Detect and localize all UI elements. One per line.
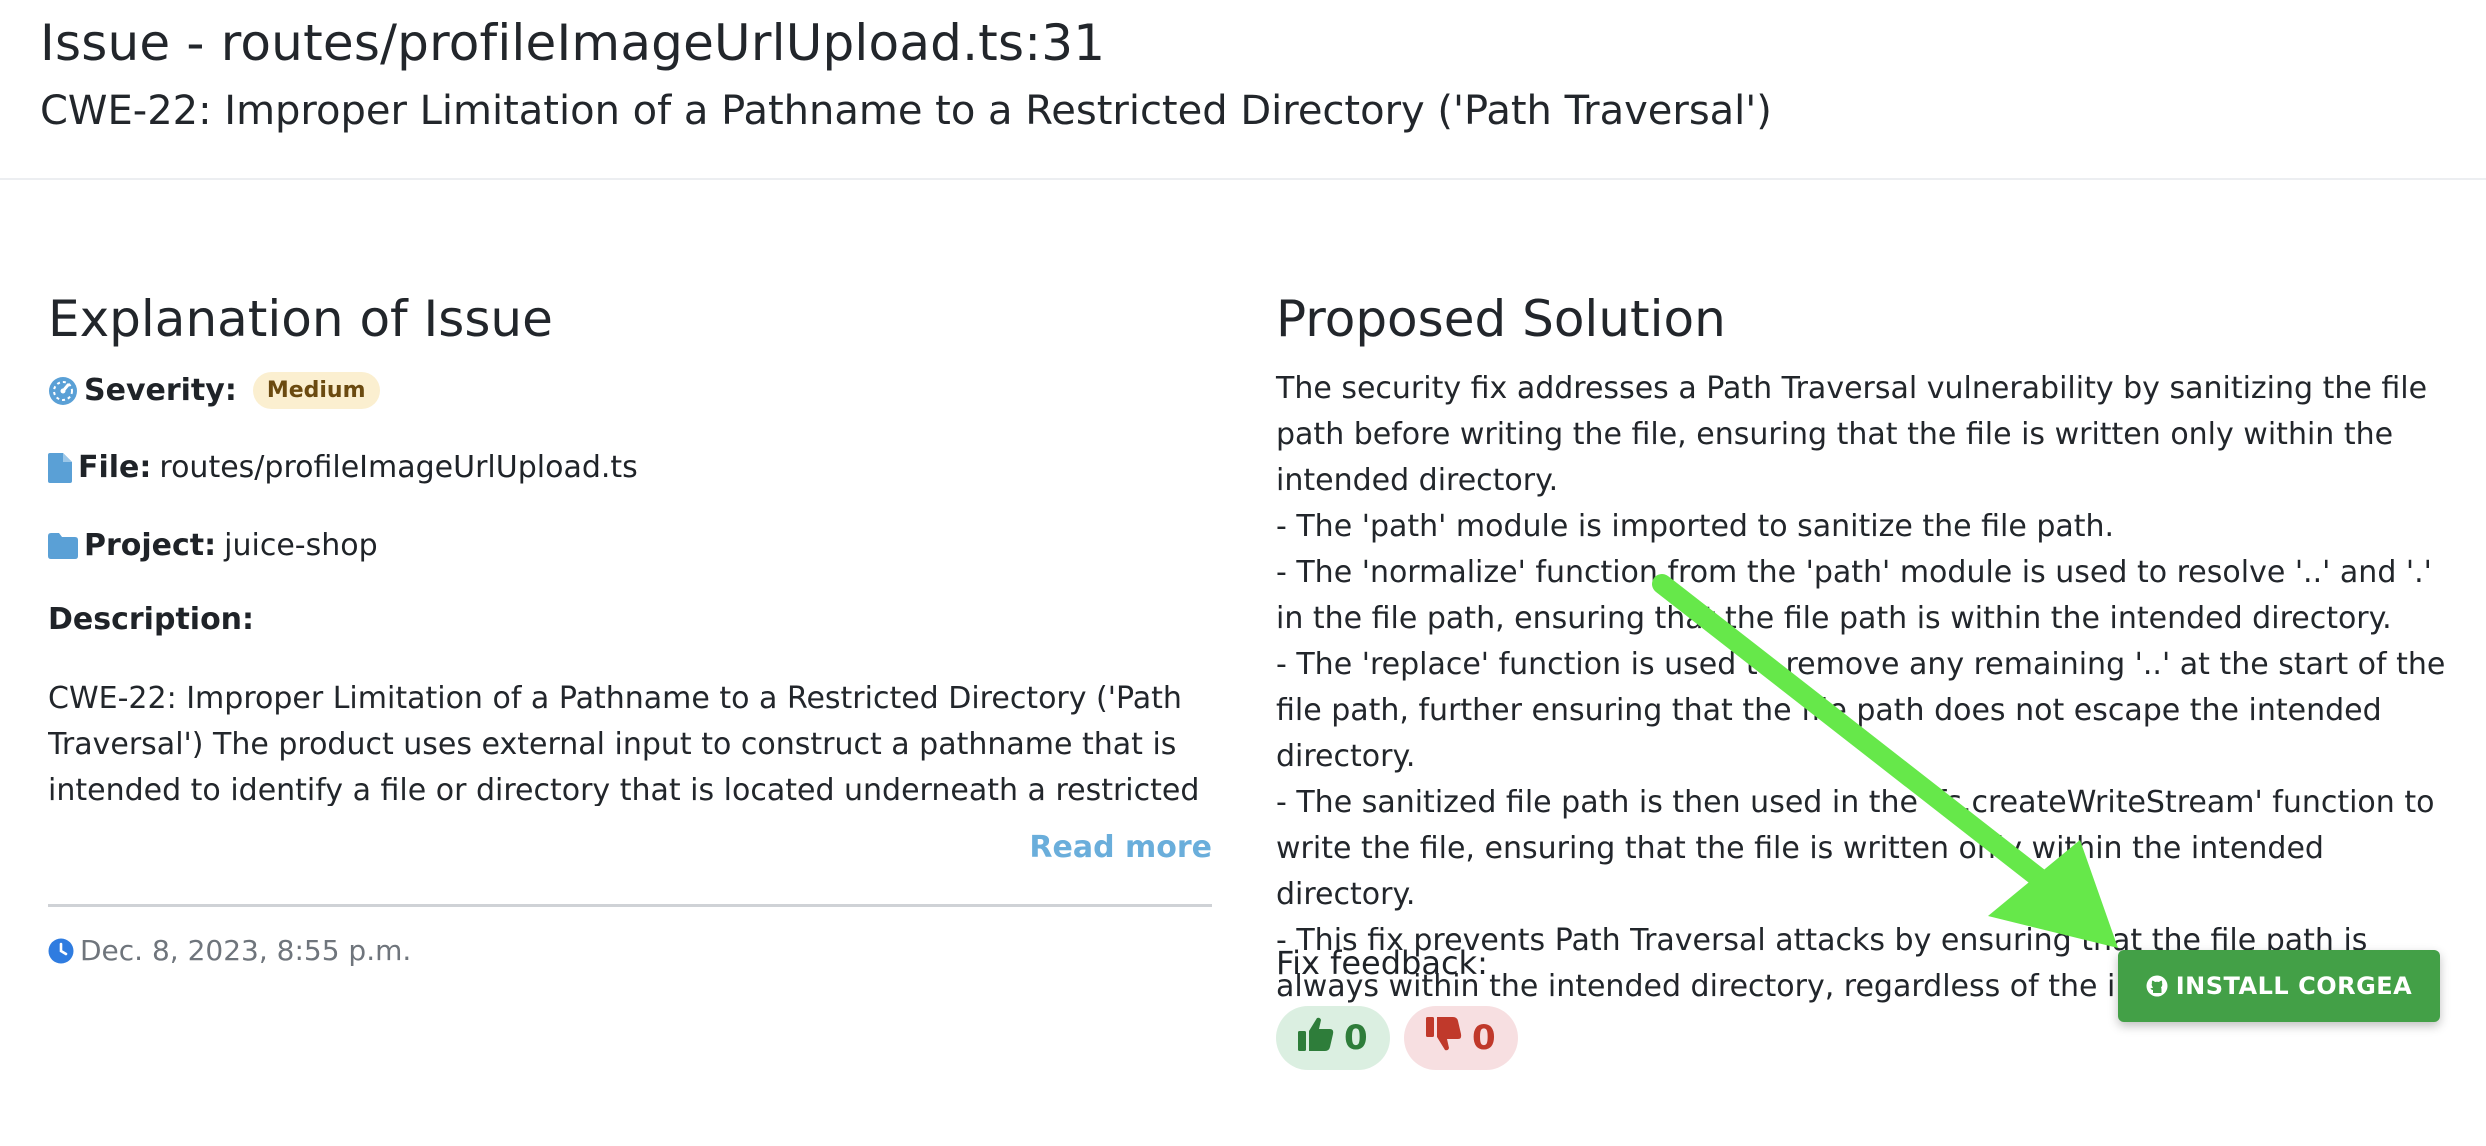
project-value: juice-shop	[224, 528, 378, 563]
thumbs-down-button[interactable]: 0	[1404, 1006, 1518, 1070]
solution-line: The security fix addresses a Path Traver…	[1276, 371, 2428, 498]
page-header: Issue - routes/profileImageUrlUpload.ts:…	[0, 0, 2486, 180]
solution-heading: Proposed Solution	[1276, 290, 1726, 348]
explanation-heading: Explanation of Issue	[48, 290, 553, 348]
dashboard-icon	[48, 376, 78, 406]
solution-line: - The 'replace' function is used to remo…	[1276, 647, 2446, 774]
solution-text: The security fix addresses a Path Traver…	[1276, 366, 2446, 1010]
thumbs-down-count: 0	[1472, 1018, 1496, 1058]
thumbs-up-button[interactable]: 0	[1276, 1006, 1390, 1070]
file-label: File:	[78, 450, 152, 485]
divider	[48, 904, 1212, 907]
timestamp-text: Dec. 8, 2023, 8:55 p.m.	[80, 934, 412, 967]
solution-section: Proposed Solution The security fix addre…	[1276, 290, 2446, 1070]
timestamp: Dec. 8, 2023, 8:55 p.m.	[48, 934, 411, 967]
read-more-link[interactable]: Read more	[1029, 830, 1212, 865]
project-label: Project:	[84, 528, 217, 563]
file-row: File: routes/profileImageUrlUpload.ts	[48, 450, 638, 485]
github-icon	[2146, 975, 2168, 997]
thumbs-up-count: 0	[1344, 1018, 1368, 1058]
thumbs-up-icon	[1298, 1017, 1334, 1060]
folder-icon	[48, 532, 78, 559]
solution-line: - The 'path' module is imported to sanit…	[1276, 509, 2115, 544]
page: Issue - routes/profileImageUrlUpload.ts:…	[0, 0, 2486, 1146]
cwe-title: CWE-22: Improper Limitation of a Pathnam…	[40, 88, 1772, 134]
page-title: Issue - routes/profileImageUrlUpload.ts:…	[40, 14, 1106, 72]
thumbs-down-icon	[1426, 1016, 1462, 1060]
severity-badge: Medium	[252, 372, 380, 409]
severity-row: Severity: Medium	[48, 372, 380, 409]
description-label: Description:	[48, 602, 255, 637]
explanation-section: Explanation of Issue Severity: Medium Fi…	[48, 290, 1212, 967]
install-corgea-label: INSTALL CORGEA	[2175, 972, 2413, 1000]
project-row: Project: juice-shop	[48, 528, 378, 563]
description-text: CWE-22: Improper Limitation of a Pathnam…	[48, 681, 1200, 806]
solution-line: - The sanitized file path is then used i…	[1276, 785, 2435, 912]
clock-icon	[48, 938, 74, 964]
file-value: routes/profileImageUrlUpload.ts	[159, 450, 638, 485]
solution-line: - The 'normalize' function from the 'pat…	[1276, 555, 2432, 636]
install-corgea-button[interactable]: INSTALL CORGEA	[2118, 950, 2440, 1022]
file-icon	[48, 452, 72, 483]
fix-feedback-label: Fix feedback:	[1276, 944, 1488, 982]
severity-label: Severity:	[84, 373, 237, 408]
